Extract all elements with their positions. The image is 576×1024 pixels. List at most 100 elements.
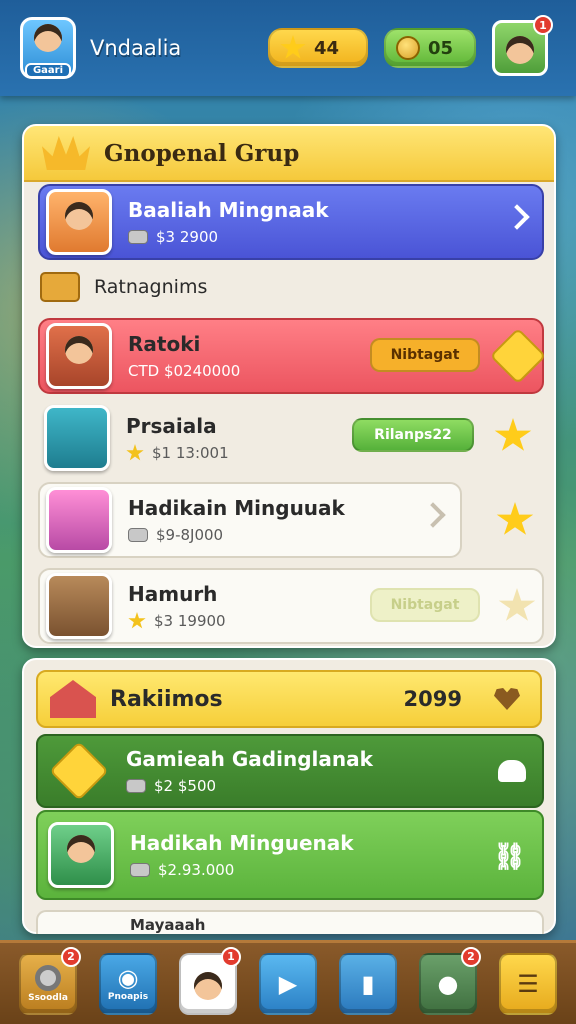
list-item-title: Prsaiala	[126, 414, 217, 438]
character-thumbnail	[46, 189, 112, 255]
map-pin-icon: ●	[437, 969, 459, 998]
list-item[interactable]: Hadikain Minguuak $9-8J000	[38, 482, 462, 558]
claim-button[interactable]: Nibtagat	[370, 338, 480, 372]
star-icon	[496, 502, 534, 535]
action-button[interactable]: Rilanps22	[352, 418, 474, 452]
drum-icon	[128, 528, 148, 542]
list-item-title: Hamurh	[128, 582, 218, 606]
cheese-cube-icon	[49, 741, 109, 801]
stars-counter[interactable]: 44	[268, 28, 368, 68]
rewards-count: 2099	[403, 687, 462, 711]
nav-settings[interactable]: Ssoodla 2	[19, 946, 81, 1015]
list-item-sub: $1 13:001	[126, 444, 229, 462]
list-item[interactable]: Hadikah Minguenak $2.93.000 ⛓	[36, 810, 544, 900]
play-icon: ▶	[278, 969, 298, 998]
drum-icon	[128, 230, 148, 244]
list-item-title: Gamieah Gadinglanak	[126, 747, 373, 771]
friend-avatar[interactable]: 1	[492, 15, 553, 76]
list-item-sub: $9-8J000	[128, 526, 345, 544]
star-icon	[280, 35, 306, 59]
rewards-title: Rakiimos	[110, 686, 223, 712]
sign-thumbnail	[46, 487, 112, 553]
drum-icon	[126, 779, 146, 793]
list-item-price: CTD $0240000	[128, 362, 241, 380]
avatar-face-icon	[34, 24, 62, 52]
nav-menu[interactable]: ☰	[499, 952, 557, 1015]
list-item-partial[interactable]: Mayaaah	[36, 910, 544, 934]
friend-face-icon	[506, 36, 534, 64]
coins-value: 05	[428, 37, 454, 59]
nav-camera[interactable]: ◉ Pnoapis	[99, 952, 157, 1015]
crown-icon	[42, 136, 90, 170]
coin-icon	[396, 36, 420, 60]
cards-icon: ▮	[361, 969, 375, 998]
section-heading: Ratnagnims	[40, 272, 207, 302]
cheese-cube-icon	[489, 327, 547, 385]
star-icon	[494, 418, 532, 451]
list-item-price: $2.93.000	[158, 861, 235, 879]
chest-icon	[40, 272, 80, 302]
character-face-icon	[65, 336, 93, 364]
claim-button-disabled[interactable]: Nibtagat	[370, 588, 480, 622]
character-face-icon	[67, 835, 95, 863]
house-icon	[50, 680, 96, 718]
chevron-right-icon[interactable]	[420, 502, 446, 528]
link-icon[interactable]: ⛓	[493, 842, 526, 872]
rewards-panel: Rakiimos 2099 Gamieah Gadinglanak $2 $50…	[22, 658, 556, 934]
list-item-sub: $3 2900	[128, 228, 329, 246]
bottom-nav: Ssoodla 2 ◉ Pnoapis 1 ▶ ▮ ● 2 ☰	[0, 940, 576, 1024]
list-item-sub: $2.93.000	[130, 861, 354, 879]
sign-thumbnail	[44, 405, 110, 471]
camera-icon: ◉	[117, 963, 139, 992]
star-icon-faded	[498, 588, 536, 621]
list-item-price: $9-8J000	[156, 526, 224, 544]
star-icon	[128, 612, 146, 629]
profile-tag: Gaari	[25, 63, 71, 78]
nav-profile[interactable]: 1	[179, 946, 241, 1015]
profile-avatar[interactable]: Gaari	[20, 17, 76, 79]
notification-badge: 2	[461, 946, 481, 967]
character-thumbnail	[46, 323, 112, 389]
character-thumbnail	[48, 822, 114, 888]
list-item-title: Hadikah Minguenak	[130, 831, 354, 855]
list-item-sub: $3 19900	[128, 612, 226, 630]
list-item-price: $2 $500	[154, 777, 217, 795]
notification-badge: 1	[221, 946, 241, 967]
list-item[interactable]: Ratoki CTD $0240000 Nibtagat	[38, 318, 547, 394]
notification-badge: 1	[533, 15, 553, 35]
top-bar: Gaari Vndaalia 44 05 1	[0, 0, 576, 96]
list-item[interactable]: Gamieah Gadinglanak $2 $500	[36, 734, 544, 808]
list-item-title: Baaliah Mingnaak	[128, 198, 329, 222]
gear-icon	[35, 964, 61, 991]
list-item-sub: $2 $500	[126, 777, 373, 795]
notification-badge: 2	[61, 946, 81, 967]
list-item-price: $1 13:001	[152, 444, 229, 462]
nav-play[interactable]: ▶	[259, 952, 317, 1015]
nav-label: Ssoodla	[28, 992, 68, 1003]
stars-value: 44	[314, 37, 340, 59]
section-label: Ratnagnims	[94, 276, 208, 298]
player-name: Vndaalia	[90, 36, 182, 60]
chevron-right-icon[interactable]	[504, 204, 530, 230]
group-panel-title: Gnopenal Grup	[104, 139, 300, 167]
coins-counter[interactable]: 05	[384, 28, 476, 68]
list-item[interactable]: Prsaiala $1 13:001 Rilanps22	[38, 400, 544, 476]
calendar-thumbnail	[46, 573, 112, 639]
group-panel: Gnopenal Grup Baaliah Mingnaak $3 2900 R…	[22, 124, 556, 648]
nav-label: Pnoapis	[107, 991, 149, 1002]
list-item-title: Ratoki	[128, 332, 201, 356]
list-item-title: Hadikain Minguuak	[128, 496, 345, 520]
heart-icon[interactable]	[494, 688, 520, 710]
nav-cards[interactable]: ▮	[339, 952, 397, 1015]
avatar-face-icon	[194, 971, 222, 1000]
list-item[interactable]: Baaliah Mingnaak $3 2900	[38, 184, 544, 260]
cloud-icon[interactable]	[498, 760, 526, 782]
jar-icon	[130, 863, 150, 877]
list-item-price: $3 19900	[154, 612, 226, 630]
menu-icon: ☰	[517, 969, 539, 998]
star-icon	[126, 444, 144, 461]
character-face-icon	[65, 202, 93, 230]
list-item[interactable]: Hamurh $3 19900 Nibtagat	[38, 568, 544, 644]
nav-map[interactable]: ● 2	[419, 946, 481, 1015]
group-panel-header: Gnopenal Grup	[24, 126, 554, 182]
